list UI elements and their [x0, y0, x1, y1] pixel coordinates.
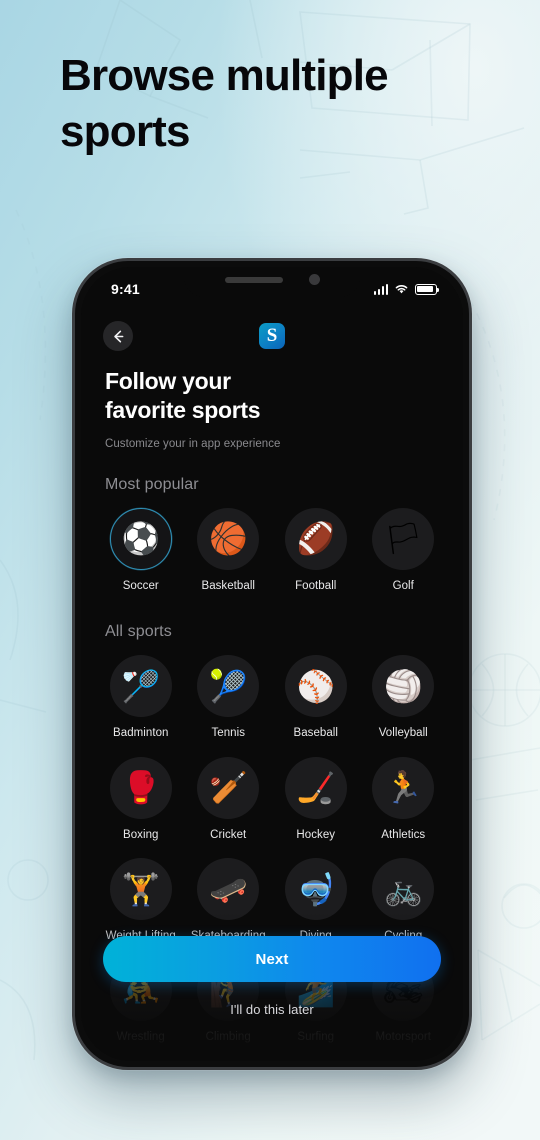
sport-tile-label: Cricket: [210, 828, 247, 841]
sport-tile-label: Climbing: [205, 1031, 251, 1044]
sport-tile-cycling[interactable]: 🚲Cycling: [360, 858, 448, 943]
page-headline: Browse multiple sports: [60, 51, 389, 157]
phone-mockup: 9:41 S Follow your favorite sports Custo…: [72, 258, 472, 1070]
sport-tile-label: Badminton: [113, 727, 169, 740]
weight-lifting-icon: 🏋: [109, 858, 172, 920]
wifi-icon: [395, 285, 408, 294]
sport-tile-label: Football: [295, 579, 337, 592]
phone-mute-switch[interactable]: [72, 389, 75, 419]
bicycle-icon: 🚲: [372, 858, 435, 920]
boxing-glove-icon: 🥊: [109, 756, 172, 819]
golf-ball-icon: 🏳: [372, 507, 435, 570]
basketball-icon: 🏀: [197, 507, 260, 570]
tennis-ball-icon: 🎾: [197, 655, 260, 718]
sport-grid-most-popular: ⚽ Soccer 🏀 Basketball 🏈 Football 🏳 Golf: [81, 507, 463, 593]
sport-tile-golf[interactable]: 🏳 Golf: [360, 507, 448, 593]
sport-tile-cricket[interactable]: 🏏 Cricket: [185, 756, 273, 842]
status-bar-icons: [373, 283, 440, 295]
sport-tile-boxing[interactable]: 🥊 Boxing: [97, 756, 185, 842]
signal-bars-icon: [373, 283, 388, 295]
diving-mask-icon: 🤿: [284, 858, 347, 920]
cricket-bat-icon: 🏏: [197, 756, 260, 819]
page-title-line-1: Follow your: [105, 368, 231, 394]
sport-tile-label: Golf: [392, 579, 414, 592]
sport-tile-label: Volleyball: [378, 727, 428, 740]
sport-tile-soccer[interactable]: ⚽ Soccer: [97, 507, 185, 593]
sport-tile-hockey[interactable]: 🏒 Hockey: [272, 756, 360, 842]
sport-tile-label: Tennis: [211, 727, 246, 740]
back-button[interactable]: [103, 321, 133, 351]
sport-tile-label: Surfing: [297, 1031, 335, 1044]
athletics-icon: 🏃: [372, 756, 435, 819]
section-title-all-sports: All sports: [105, 623, 172, 641]
sport-tile-label: Athletics: [381, 828, 426, 841]
arrow-left-icon: [113, 330, 123, 342]
phone-notch: [184, 267, 360, 297]
badminton-icon: 🏸: [109, 655, 172, 718]
sport-tile-baseball[interactable]: ⚾ Baseball: [272, 655, 360, 740]
phone-screen: 9:41 S Follow your favorite sports Custo…: [81, 267, 463, 1061]
hockey-sticks-icon: 🏒: [284, 756, 347, 819]
status-bar-clock: 9:41: [111, 281, 140, 297]
sport-tile-label: Soccer: [122, 579, 159, 592]
page-subtitle: Customize your in app experience: [105, 437, 281, 450]
sport-tile-football[interactable]: 🏈 Football: [272, 507, 360, 593]
american-football-icon: 🏈: [284, 507, 347, 570]
app-content: S Follow your favorite sports Customize …: [81, 267, 463, 1061]
sport-tile-athletics[interactable]: 🏃 Athletics: [360, 756, 448, 842]
sport-tile-label: Motorsport: [375, 1031, 431, 1044]
phone-power-button[interactable]: [469, 473, 472, 559]
footer-actions: Next I'll do this later: [81, 936, 463, 1017]
app-logo: S: [259, 323, 285, 349]
sport-tile-tennis[interactable]: 🎾 Tennis: [185, 655, 273, 740]
earpiece-speaker-icon: [224, 276, 283, 283]
page-title: Follow your favorite sports: [105, 367, 439, 426]
baseball-icon: ⚾: [284, 655, 347, 718]
sport-tile-basketball[interactable]: 🏀 Basketball: [185, 507, 273, 593]
sport-tile-label: Wrestling: [116, 1031, 165, 1044]
skateboard-icon: 🛹: [197, 858, 260, 920]
sport-tile-label: Basketball: [201, 579, 256, 592]
front-camera-icon: [308, 274, 320, 285]
sport-tile-label: Boxing: [123, 828, 159, 841]
next-button[interactable]: Next: [103, 936, 441, 982]
volleyball-icon: 🏐: [372, 655, 435, 718]
header-block: Follow your favorite sports Customize yo…: [81, 355, 463, 450]
sport-tile-diving[interactable]: 🤿Diving: [272, 858, 360, 943]
sport-tile-label: Hockey: [296, 828, 336, 841]
sport-tile-weight-lifting[interactable]: 🏋Weight Lifting: [97, 858, 185, 943]
phone-volume-down-button[interactable]: [72, 519, 75, 575]
sport-tile-skateboarding[interactable]: 🛹Skateboarding: [185, 858, 273, 943]
battery-icon: [415, 283, 440, 295]
sport-tile-volleyball[interactable]: 🏐 Volleyball: [360, 655, 448, 740]
soccer-ball-icon: ⚽: [109, 507, 172, 570]
sport-tile-badminton[interactable]: 🏸 Badminton: [97, 655, 185, 740]
skip-link[interactable]: I'll do this later: [103, 1002, 441, 1017]
section-title-most-popular: Most popular: [105, 475, 199, 493]
page-title-line-2: favorite sports: [105, 397, 261, 424]
sport-tile-label: Baseball: [293, 727, 338, 740]
app-top-bar: S: [81, 311, 463, 355]
phone-volume-up-button[interactable]: [72, 449, 75, 505]
